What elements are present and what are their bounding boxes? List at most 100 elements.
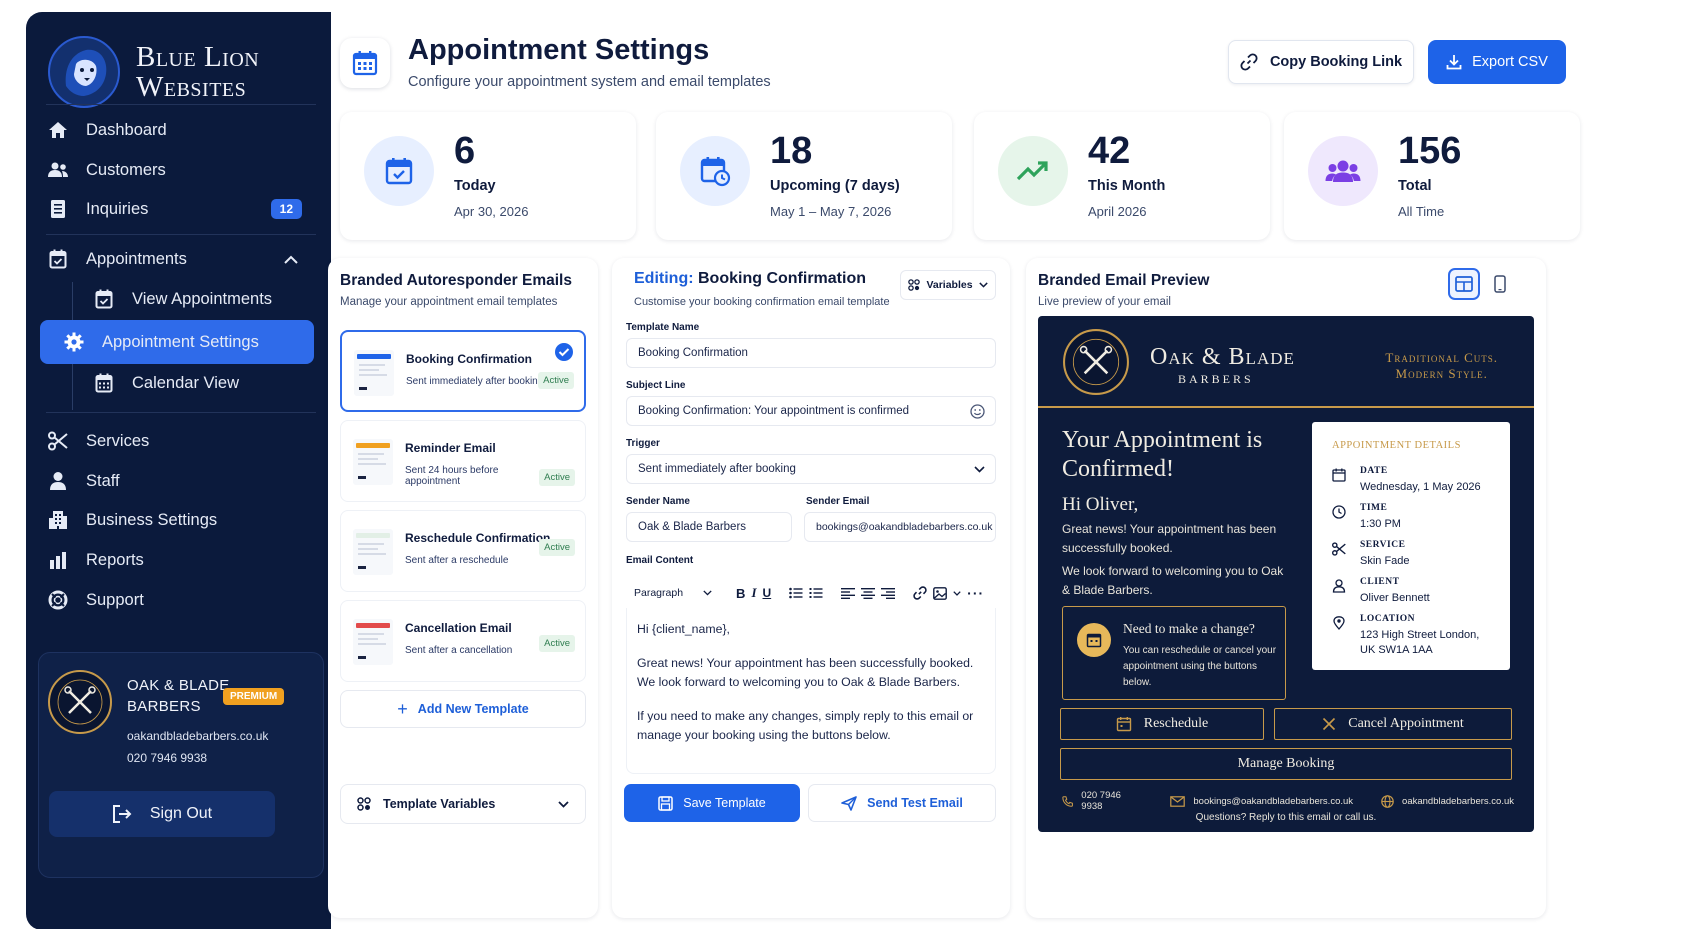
change-title: Need to make a change?: [1123, 621, 1255, 636]
sidebar-item-label: Business Settings: [86, 510, 218, 529]
link-icon[interactable]: [913, 586, 927, 600]
sidebar-item-appointments[interactable]: Appointments: [46, 239, 316, 279]
sidebar-item-services[interactable]: Services: [46, 421, 316, 461]
template-card-reminder-email[interactable]: Reminder Email Sent 24 hours before appo…: [340, 420, 586, 502]
stat-sublabel: All Time: [1398, 204, 1445, 219]
more-icon[interactable]: ···: [967, 585, 984, 601]
email-content-editor[interactable]: Hi {client_name}, Great news! Your appoi…: [626, 608, 996, 774]
page-title: Appointment Settings: [408, 34, 710, 66]
sidebar-item-business-settings[interactable]: Business Settings: [46, 500, 316, 540]
emoji-icon[interactable]: [970, 403, 985, 419]
check-circle-icon: [555, 343, 573, 361]
trigger-select[interactable]: Sent immediately after booking: [626, 454, 996, 484]
stat-value: 156: [1398, 130, 1462, 172]
email-paragraph-2: We look forward to welcoming you to Oak …: [1062, 564, 1284, 597]
editing-template-name: Booking Confirmation: [698, 270, 866, 287]
template-card-booking-confirmation[interactable]: Booking Confirmation Sent immediately af…: [340, 330, 586, 412]
home-icon: [46, 118, 70, 142]
add-new-template-label: Add New Template: [417, 702, 529, 716]
mail-icon: [1170, 795, 1186, 807]
copy-booking-link-button[interactable]: Copy Booking Link: [1228, 40, 1414, 84]
sidebar-item-reports[interactable]: Reports: [46, 540, 316, 580]
close-icon: [1323, 717, 1336, 731]
sign-out-label: Sign Out: [149, 805, 213, 822]
chevron-down-icon: [974, 465, 985, 473]
template-description: Sent immediately after booking: [406, 376, 544, 387]
template-variables-dropdown[interactable]: Template Variables: [340, 784, 586, 824]
format-group: B I U: [736, 585, 777, 601]
export-csv-button[interactable]: Export CSV: [1428, 40, 1566, 84]
sender-email-input[interactable]: bookings@oakandbladebarbers.co.uk: [804, 512, 996, 542]
mobile-view-toggle[interactable]: [1484, 268, 1516, 300]
save-template-button[interactable]: Save Template: [624, 784, 800, 822]
chevron-up-icon[interactable]: [284, 255, 298, 264]
sign-out-button[interactable]: Sign Out: [49, 791, 275, 837]
save-template-label: Save Template: [683, 796, 766, 810]
footer-phone-text: 020 7946 9938: [1081, 790, 1121, 812]
sidebar-item-label: Appointment Settings: [102, 332, 259, 351]
details-title: APPOINTMENT DETAILS: [1332, 440, 1461, 451]
subject-line-input[interactable]: Booking Confirmation: Your appointment i…: [626, 396, 996, 426]
detail-value: 123 High Street London, UK SW1A 1AA: [1360, 629, 1480, 656]
cancel-appointment-label: Cancel Appointment: [1348, 716, 1464, 731]
detail-label: LOCATION: [1360, 614, 1416, 624]
footer-email-text: bookings@oakandbladebarbers.co.uk: [1193, 795, 1354, 807]
bold-icon[interactable]: B: [736, 586, 745, 601]
editor-panel: Editing: Booking Confirmation Customise …: [612, 258, 1010, 918]
sidebar-item-calendar-view[interactable]: Calendar View: [66, 363, 336, 403]
variables-dropdown-button[interactable]: Variables: [900, 270, 996, 300]
template-card-reschedule-confirmation[interactable]: Reschedule Confirmation Sent after a res…: [340, 510, 586, 592]
desktop-view-toggle[interactable]: [1448, 268, 1480, 300]
sidebar-item-customers[interactable]: Customers: [46, 150, 316, 190]
align-center-icon[interactable]: [861, 587, 876, 599]
scissors-icon: [1332, 542, 1346, 556]
calendar-check-icon: [46, 247, 70, 271]
sidebar-item-appointment-settings[interactable]: Appointment Settings: [40, 320, 314, 364]
oak-blade-logo-icon: [48, 670, 112, 734]
align-left-icon[interactable]: [841, 587, 856, 599]
manage-booking-button[interactable]: Manage Booking: [1060, 748, 1512, 780]
template-card-cancellation-email[interactable]: Cancellation Email Sent after a cancella…: [340, 600, 586, 682]
template-name: Booking Confirmation: [406, 352, 532, 366]
save-icon: [658, 795, 674, 811]
subject-line-label: Subject Line: [626, 380, 686, 391]
stat-card-today: 6 Today Apr 30, 2026: [340, 112, 636, 240]
preview-panel: Branded Email Preview Live preview of yo…: [1026, 258, 1546, 918]
bullet-list-icon[interactable]: [789, 587, 803, 599]
users-icon: [1308, 136, 1378, 206]
email-content-label: Email Content: [626, 555, 694, 566]
sidebar-divider: [46, 104, 316, 105]
template-name-input[interactable]: Booking Confirmation: [626, 338, 996, 368]
chevron-down-icon[interactable]: [953, 590, 961, 596]
stat-sublabel: May 1 – May 7, 2026: [770, 204, 892, 219]
brand-line-1: Blue Lion: [136, 41, 260, 73]
sidebar-item-label: View Appointments: [132, 289, 273, 308]
document-list-icon: [46, 197, 70, 221]
sidebar-item-view-appointments[interactable]: View Appointments: [66, 279, 336, 319]
sidebar-item-label: Staff: [86, 471, 120, 490]
sidebar-item-dashboard[interactable]: Dashboard: [46, 110, 316, 150]
sidebar-item-staff[interactable]: Staff: [46, 461, 316, 501]
list-group: [789, 587, 829, 599]
footer-question: Questions? Reply to this email or call u…: [1195, 812, 1377, 823]
image-icon[interactable]: [933, 586, 948, 600]
appointment-details-card: APPOINTMENT DETAILS DATE Wednesday, 1 Ma…: [1312, 422, 1510, 670]
building-icon: [46, 508, 70, 532]
reschedule-button[interactable]: Reschedule: [1060, 708, 1264, 740]
insert-group: ···: [913, 585, 990, 601]
sidebar-item-inquiries[interactable]: Inquiries 12: [46, 189, 316, 229]
sender-name-input[interactable]: Oak & Blade Barbers: [626, 512, 792, 542]
plus-icon: +: [397, 698, 408, 719]
sidebar-divider: [46, 412, 316, 413]
add-new-template-button[interactable]: + Add New Template: [340, 690, 586, 728]
templates-panel-title: Branded Autoresponder Emails: [340, 272, 572, 289]
send-test-email-button[interactable]: Send Test Email: [808, 784, 996, 822]
underline-icon[interactable]: U: [763, 586, 772, 600]
sidebar-item-support[interactable]: Support: [46, 580, 316, 620]
paragraph-select[interactable]: Paragraph: [626, 587, 718, 599]
italic-icon[interactable]: I: [751, 585, 756, 601]
align-right-icon[interactable]: [881, 587, 896, 599]
numbered-list-icon[interactable]: [809, 587, 823, 599]
cancel-appointment-button[interactable]: Cancel Appointment: [1274, 708, 1512, 740]
template-thumbnail: [353, 619, 393, 665]
